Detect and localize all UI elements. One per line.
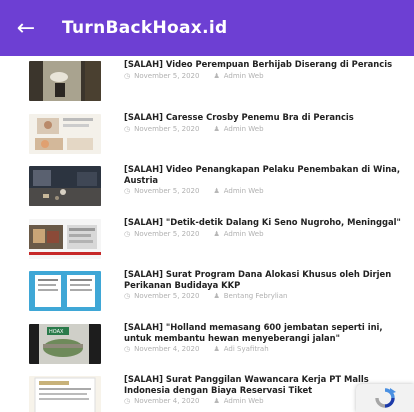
article-date: November 5, 2020: [134, 292, 200, 300]
article-date: November 4, 2020: [134, 345, 200, 353]
article-title[interactable]: [SALAH] "Holland memasang 600 jembatan s…: [124, 322, 406, 343]
article-meta: ◷ November 5, 2020 ♟ Admin Web: [124, 72, 406, 80]
clock-icon: ◷: [124, 124, 131, 133]
arrow-left-icon: ←: [16, 15, 36, 41]
page-title: TurnBackHoax.id: [62, 18, 228, 38]
article-date: November 5, 2020: [134, 229, 200, 238]
article-meta: ◷ November 4, 2020 ♟ Adi Syafitrah: [124, 345, 406, 353]
article-title[interactable]: [SALAH] "Detik-detik Dalang Ki Seno Nugr…: [124, 217, 406, 228]
article-date: November 5, 2020: [134, 71, 200, 80]
svg-text:HOAX: HOAX: [49, 329, 64, 335]
article-thumbnail: [29, 219, 101, 259]
article-author: Admin Web: [223, 397, 264, 405]
person-icon: ♟: [213, 187, 220, 195]
list-item[interactable]: HOAX [SALAH] "Holland memasang 600 jemba…: [0, 319, 414, 371]
recaptcha-icon: [375, 388, 396, 408]
list-item[interactable]: [SALAH] Surat Panggilan Wawancara Kerja …: [0, 371, 414, 412]
clock-icon: ◷: [124, 397, 131, 405]
article-thumbnail: HOAX: [29, 324, 101, 364]
article-author: Admin Web: [223, 187, 264, 195]
clock-icon: ◷: [124, 229, 131, 238]
person-icon: ♟: [213, 229, 220, 238]
article-meta: ◷ November 5, 2020 ♟ Admin Web: [124, 230, 406, 238]
article-thumbnail: [29, 376, 101, 412]
article-thumbnail: [29, 61, 101, 101]
app-bar: ← TurnBackHoax.id: [0, 0, 414, 56]
article-meta: ◷ November 5, 2020 ♟ Admin Web: [124, 125, 406, 133]
recaptcha-badge[interactable]: [356, 384, 414, 412]
article-meta: ◷ November 5, 2020 ♟ Admin Web: [124, 187, 406, 195]
article-title[interactable]: [SALAH] Video Penangkapan Pelaku Penemba…: [124, 164, 406, 185]
clock-icon: ◷: [124, 187, 131, 195]
list-item[interactable]: [SALAH] Caresse Crosby Penemu Bra di Per…: [0, 109, 414, 161]
article-author: Admin Web: [223, 124, 264, 133]
list-item[interactable]: [SALAH] Surat Program Dana Alokasi Khusu…: [0, 266, 414, 319]
clock-icon: ◷: [124, 345, 131, 353]
article-list: [SALAH] Video Perempuan Berhijab Diseran…: [0, 56, 414, 412]
person-icon: ♟: [213, 345, 220, 353]
list-item[interactable]: [SALAH] Video Penangkapan Pelaku Penemba…: [0, 161, 414, 214]
person-icon: ♟: [213, 124, 220, 133]
list-item[interactable]: [SALAH] "Detik-detik Dalang Ki Seno Nugr…: [0, 214, 414, 266]
article-thumbnail: [29, 114, 101, 154]
article-date: November 4, 2020: [134, 397, 200, 405]
back-button[interactable]: ←: [0, 0, 52, 56]
article-author: Admin Web: [223, 229, 264, 238]
article-author: Bentang Febrylian: [223, 292, 288, 300]
article-title[interactable]: [SALAH] Video Perempuan Berhijab Diseran…: [124, 59, 406, 70]
article-title[interactable]: [SALAH] Surat Program Dana Alokasi Khusu…: [124, 269, 406, 290]
article-date: November 5, 2020: [134, 187, 200, 195]
article-date: November 5, 2020: [134, 124, 200, 133]
article-thumbnail: [29, 166, 101, 206]
person-icon: ♟: [213, 71, 220, 80]
article-thumbnail: [29, 271, 101, 311]
clock-icon: ◷: [124, 71, 131, 80]
article-meta: ◷ November 5, 2020 ♟ Bentang Febrylian: [124, 292, 406, 300]
article-author: Admin Web: [223, 71, 264, 80]
person-icon: ♟: [213, 292, 220, 300]
article-author: Adi Syafitrah: [223, 345, 269, 353]
clock-icon: ◷: [124, 292, 131, 300]
list-item[interactable]: [SALAH] Video Perempuan Berhijab Diseran…: [0, 56, 414, 109]
article-title[interactable]: [SALAH] Caresse Crosby Penemu Bra di Per…: [124, 112, 406, 123]
person-icon: ♟: [213, 397, 220, 405]
